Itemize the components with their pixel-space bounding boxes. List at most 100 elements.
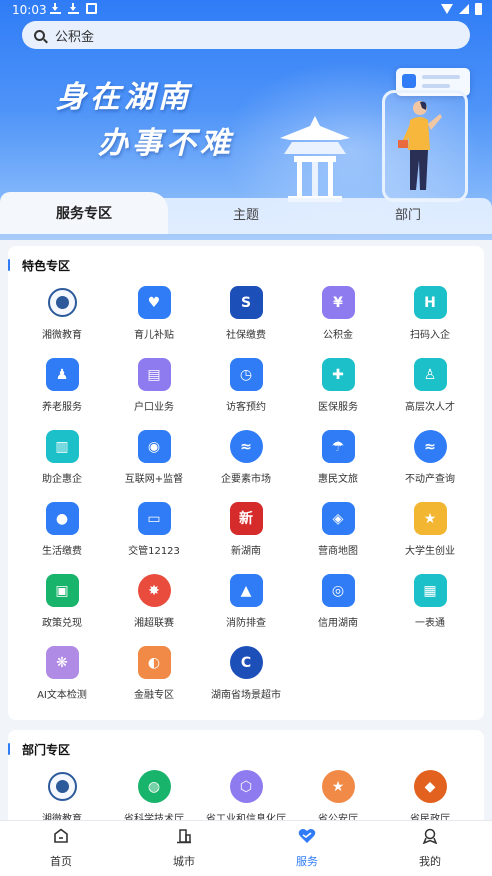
service-item-label: 新湖南 [231, 546, 261, 557]
icon-glyph: ≈ [424, 438, 436, 455]
service-item[interactable]: ◷ 访客预约 [200, 358, 292, 416]
service-item[interactable]: H 扫码入企 [384, 286, 476, 344]
icon-glyph: C [240, 654, 252, 671]
nav-label: 首页 [50, 855, 72, 868]
service-item-label: 金融专区 [134, 690, 174, 701]
nav-label: 服务 [296, 855, 318, 868]
service-item[interactable]: ♟ 养老服务 [16, 358, 108, 416]
icon-glyph: ◉ [147, 438, 161, 455]
section-title: 部门专区 [22, 743, 71, 757]
icon-glyph: ◐ [147, 654, 161, 671]
service-item[interactable]: S 社保缴费 [200, 286, 292, 344]
service-item[interactable]: ▦ 一表通 [384, 574, 476, 632]
banner-slogan-line2: 办事不难 [98, 126, 234, 161]
service-item[interactable]: ♙ 高层次人才 [384, 358, 476, 416]
featured-section: 特色专区 湘微教育 ♥ 育儿补贴 S 社保缴费 ¥ 公积金 H 扫码入企 ♟ 养老服务 ▤ 户口业务 ◷ 访… [8, 246, 484, 720]
service-item[interactable]: 湘微教育 [16, 286, 108, 344]
service-item-label: 访客预约 [226, 402, 266, 413]
service-item[interactable]: ◉ 互联网+监督 [108, 430, 200, 488]
tab-theme[interactable]: 主题 [168, 192, 324, 234]
pavilion-illustration-icon [280, 116, 350, 202]
service-item[interactable]: ≈ 不动产查询 [384, 430, 476, 488]
service-item[interactable]: C 湖南省场景超市 [200, 646, 292, 704]
service-item-label: 养老服务 [42, 402, 82, 413]
signal-icon [459, 4, 469, 14]
tab-service-zone[interactable]: 服务专区 [0, 192, 168, 234]
science-dept-icon: ◍ [137, 770, 171, 803]
enterprise-support-icon: ▥ [45, 430, 79, 463]
notification-icons [50, 3, 97, 14]
service-item[interactable]: 新新湖南 [200, 502, 292, 560]
household-registration-icon: ▤ [137, 358, 171, 391]
service-item-label: 公积金 [323, 330, 353, 341]
seal-emblem [47, 288, 77, 317]
service-item-label: 助企惠企 [42, 474, 82, 485]
service-item-label: 一表通 [415, 618, 445, 629]
service-item[interactable]: ● 生活缴费 [16, 502, 108, 560]
icon-glyph: 新 [239, 510, 253, 527]
service-item[interactable]: ▥ 助企惠企 [16, 430, 108, 488]
city-icon [175, 827, 193, 845]
nav-profile[interactable]: 我的 [400, 827, 460, 869]
service-item[interactable]: ¥ 公积金 [292, 286, 384, 344]
housing-fund-icon: ¥ [321, 286, 355, 319]
service-item-label: 湘超联赛 [134, 618, 174, 629]
service-item[interactable]: ◎ 信用湖南 [292, 574, 384, 632]
icon-glyph: ◎ [331, 582, 345, 599]
nav-city[interactable]: 城市 [154, 827, 214, 869]
service-item[interactable]: ◐ 金融专区 [108, 646, 200, 704]
icon-glyph: ● [55, 510, 69, 527]
service-item[interactable]: ▣ 政策兑现 [16, 574, 108, 632]
factor-market-icon: ≈ [229, 430, 263, 463]
service-item[interactable]: ▭ 交管12123 [108, 502, 200, 560]
nav-service[interactable]: 服务 [277, 827, 337, 869]
service-item[interactable]: ▤ 户口业务 [108, 358, 200, 416]
service-item-label: 社保缴费 [226, 330, 266, 341]
icon-glyph: ◆ [424, 778, 436, 795]
download-icon [68, 3, 79, 14]
search-input[interactable]: 公积金 [55, 26, 94, 45]
service-item[interactable]: ▲ 消防排查 [200, 574, 292, 632]
tab-department[interactable]: 部门 [324, 192, 492, 234]
department-section: 部门专区 湘微教育◍省科学技术厅⬡省工业和信息化厅★省公安厅◆省民政厅 [8, 730, 484, 830]
icon-glyph: S [240, 294, 252, 311]
service-item[interactable]: ☂ 惠民文旅 [292, 430, 384, 488]
battery-icon [475, 3, 482, 15]
wifi-icon [441, 4, 453, 14]
featured-grid: 湘微教育 ♥ 育儿补贴 S 社保缴费 ¥ 公积金 H 扫码入企 ♟ 养老服务 ▤ 户口业务 ◷ 访客预约 ✚ 医… [16, 286, 476, 704]
medical-insurance-icon: ✚ [321, 358, 355, 391]
service-item[interactable]: ≈ 企要素市场 [200, 430, 292, 488]
status-time: 10:03 [12, 3, 47, 17]
search-icon [34, 29, 45, 41]
icon-glyph: ◷ [239, 366, 253, 383]
service-item-label: 湘微教育 [42, 330, 82, 341]
icon-glyph: ♟ [55, 366, 69, 383]
download-icon [50, 3, 61, 14]
seal-emblem [47, 772, 77, 801]
xiang-super-league-icon: ✸ [137, 574, 171, 607]
service-item-label: 湖南省场景超市 [211, 690, 281, 701]
service-item-label: 扫码入企 [410, 330, 450, 341]
service-item[interactable]: ✚ 医保服务 [292, 358, 384, 416]
service-item[interactable]: ✸ 湘超联赛 [108, 574, 200, 632]
person-illustration-icon [398, 101, 442, 190]
education-seal-icon [46, 286, 79, 319]
service-item[interactable]: ◈ 营商地图 [292, 502, 384, 560]
service-item[interactable]: ★ 大学生创业 [384, 502, 476, 560]
icon-glyph: ❋ [56, 654, 68, 671]
section-accent-bar [8, 259, 10, 271]
icon-glyph: ▦ [423, 582, 437, 599]
service-item[interactable]: ♥ 育儿补贴 [108, 286, 200, 344]
talent-icon: ♙ [413, 358, 447, 391]
service-item[interactable]: ❋ AI文本检测 [16, 646, 108, 704]
nav-home[interactable]: 首页 [31, 827, 91, 869]
service-heart-icon [298, 827, 316, 845]
icon-glyph: ▤ [147, 366, 161, 383]
internet-supervision-icon: ◉ [137, 430, 171, 463]
search-bar[interactable]: 公积金 [22, 21, 470, 49]
scene-supermarket-icon: C [229, 646, 263, 679]
service-item-label: 互联网+监督 [124, 474, 184, 485]
icon-glyph: ¥ [333, 294, 343, 311]
icon-glyph: ♥ [147, 294, 161, 311]
icon-glyph: ♙ [423, 366, 437, 383]
